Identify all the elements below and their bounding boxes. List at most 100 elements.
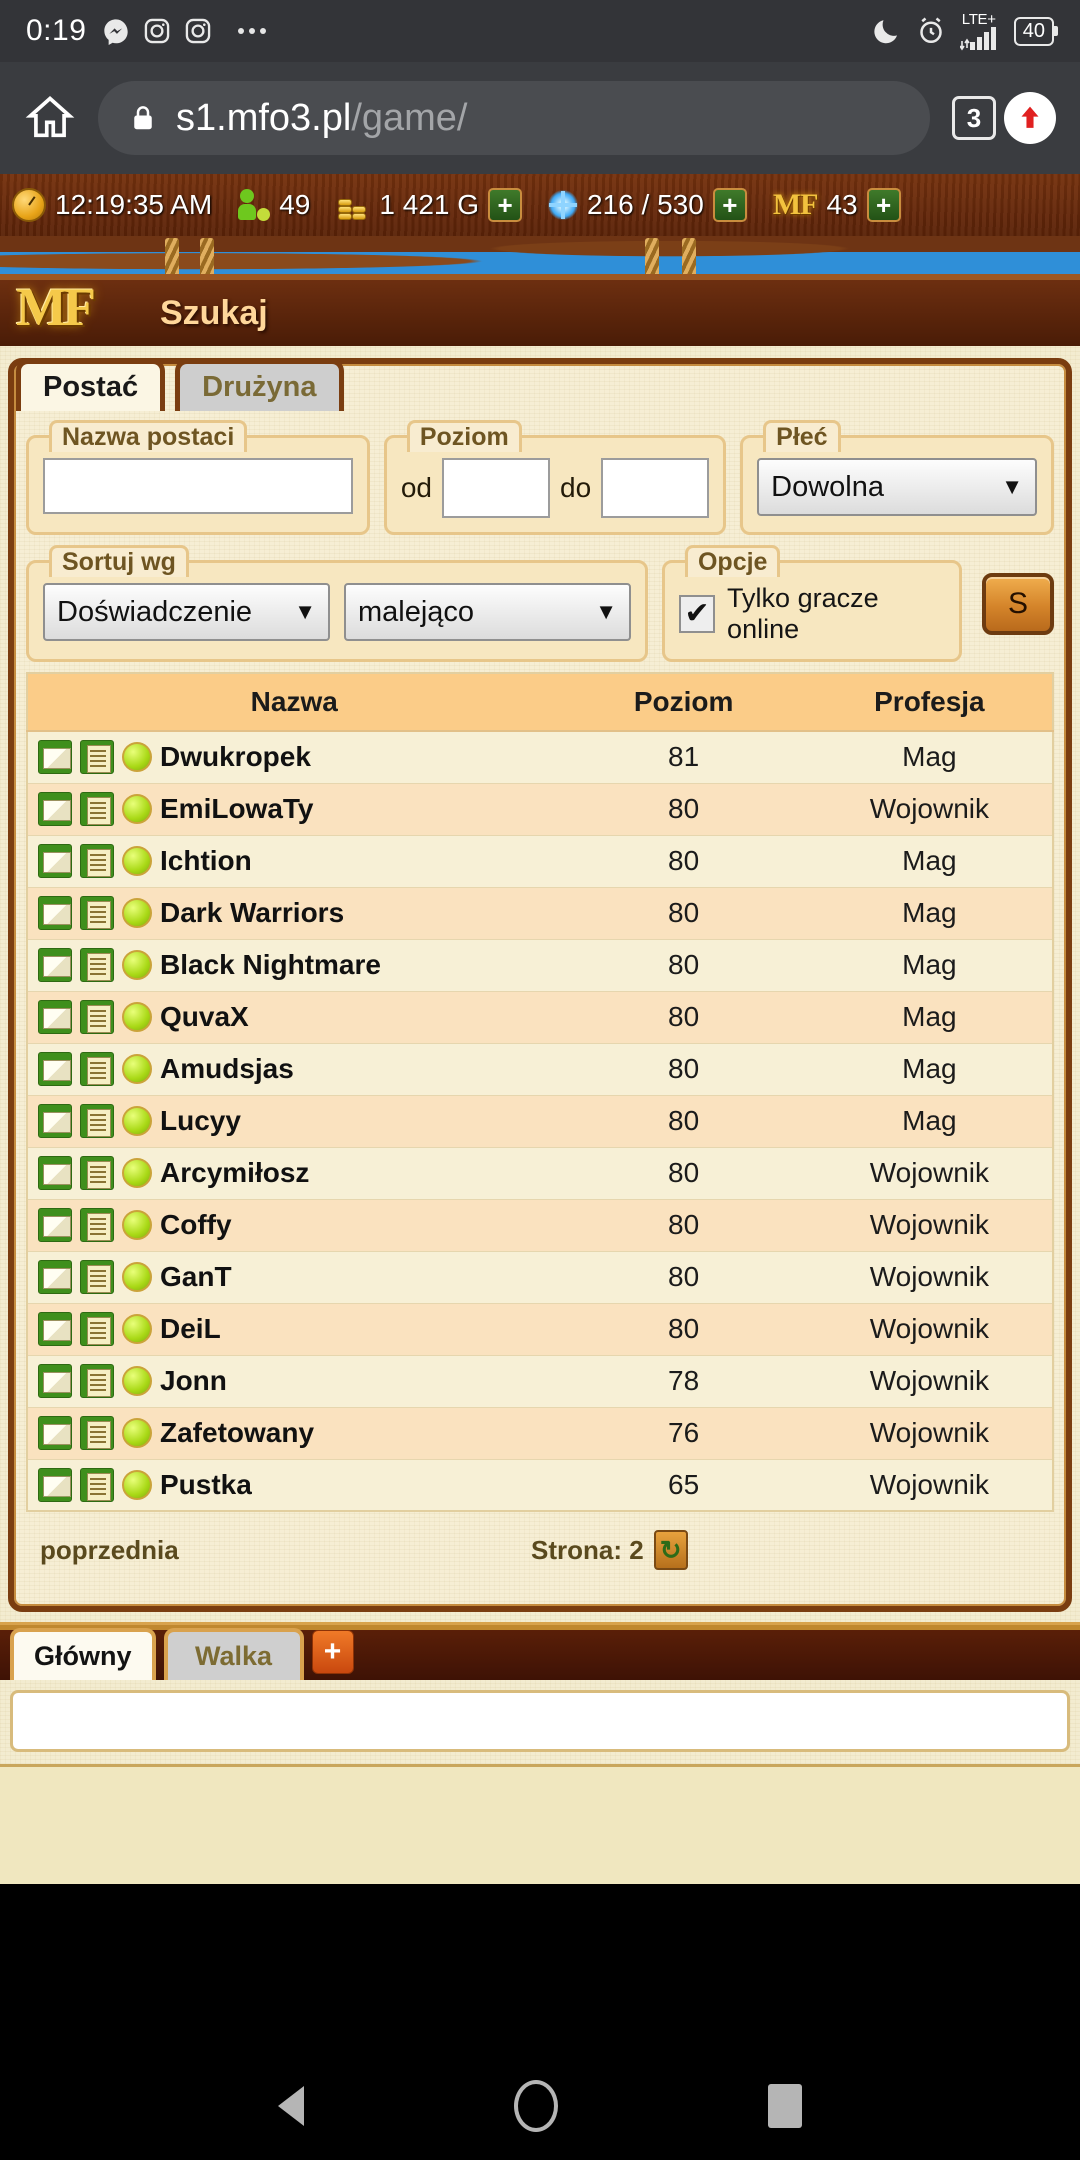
chat-message-input[interactable] bbox=[10, 1690, 1070, 1752]
table-row[interactable]: Ichtion 80 Mag bbox=[27, 835, 1053, 887]
buy-gold-button[interactable]: + bbox=[488, 188, 523, 222]
upload-arrow-icon[interactable] bbox=[1004, 92, 1056, 144]
player-name[interactable]: Jonn bbox=[160, 1365, 227, 1397]
send-message-icon[interactable] bbox=[38, 1312, 72, 1346]
sort-direction-select[interactable]: malejąco ▼ bbox=[344, 583, 631, 641]
profile-details-icon[interactable] bbox=[80, 1467, 114, 1502]
chat-tab-walka[interactable]: Walka bbox=[163, 1628, 304, 1680]
online-only-checkbox[interactable]: ✔ bbox=[678, 595, 716, 633]
character-name-input[interactable] bbox=[43, 458, 353, 514]
send-message-icon[interactable] bbox=[38, 1364, 72, 1398]
profile-details-icon[interactable] bbox=[80, 844, 114, 878]
player-name[interactable]: Amudsjas bbox=[160, 1053, 294, 1085]
chat-tab-glowny[interactable]: Główny bbox=[10, 1628, 156, 1680]
send-message-icon[interactable] bbox=[38, 1052, 72, 1086]
table-row[interactable]: Zafetowany 76 Wojownik bbox=[27, 1407, 1053, 1459]
send-message-icon[interactable] bbox=[38, 896, 72, 930]
table-row[interactable]: Amudsjas 80 Mag bbox=[27, 1043, 1053, 1095]
table-row[interactable]: Dwukropek 81 Mag bbox=[27, 731, 1053, 783]
send-message-icon[interactable] bbox=[38, 740, 72, 775]
profile-details-icon[interactable] bbox=[80, 1260, 114, 1294]
player-name[interactable]: Dark Warriors bbox=[160, 897, 344, 929]
player-name[interactable]: Lucyy bbox=[160, 1105, 241, 1137]
send-message-icon[interactable] bbox=[38, 1156, 72, 1190]
column-nazwa[interactable]: Nazwa bbox=[27, 673, 561, 732]
cell-profession: Wojownik bbox=[869, 793, 990, 824]
table-row[interactable]: DeiL 80 Wojownik bbox=[27, 1303, 1053, 1355]
recents-button-icon[interactable] bbox=[768, 2084, 802, 2128]
table-row[interactable]: Dark Warriors 80 Mag bbox=[27, 887, 1053, 939]
table-row[interactable]: Jonn 78 Wojownik bbox=[27, 1355, 1053, 1407]
back-button-icon[interactable] bbox=[278, 2086, 304, 2126]
send-message-icon[interactable] bbox=[38, 792, 72, 826]
profile-details-icon[interactable] bbox=[80, 896, 114, 930]
player-name[interactable]: EmiLowaTy bbox=[160, 793, 314, 825]
name-cell-inner: Jonn bbox=[38, 1364, 561, 1398]
profile-details-icon[interactable] bbox=[80, 1312, 114, 1346]
home-button-icon[interactable] bbox=[514, 2080, 558, 2132]
player-name[interactable]: Black Nightmare bbox=[160, 949, 381, 981]
tab-postac[interactable]: Postać bbox=[16, 359, 166, 411]
player-name[interactable]: Pustka bbox=[160, 1469, 252, 1501]
table-row[interactable]: Arcymiłosz 80 Wojownik bbox=[27, 1147, 1053, 1199]
send-message-icon[interactable] bbox=[38, 1467, 72, 1502]
table-row[interactable]: Black Nightmare 80 Mag bbox=[27, 939, 1053, 991]
profile-details-icon[interactable] bbox=[80, 1416, 114, 1450]
sort-by-select[interactable]: Doświadczenie ▼ bbox=[43, 583, 330, 641]
table-row[interactable]: Coffy 80 Wojownik bbox=[27, 1199, 1053, 1251]
cell-profession: Wojownik bbox=[869, 1209, 990, 1240]
tab-druzyna[interactable]: Drużyna bbox=[175, 359, 344, 411]
send-message-icon[interactable] bbox=[38, 1104, 72, 1138]
buy-mf-button[interactable]: + bbox=[866, 188, 901, 222]
cell-level: 65 bbox=[668, 1468, 700, 1500]
home-icon[interactable] bbox=[24, 92, 76, 144]
level-from-input[interactable] bbox=[442, 458, 550, 518]
url-bar[interactable]: s1.mfo3.pl/game/ bbox=[98, 81, 930, 155]
player-name[interactable]: Arcymiłosz bbox=[160, 1157, 309, 1189]
profile-details-icon[interactable] bbox=[80, 1208, 114, 1242]
profile-details-icon[interactable] bbox=[80, 1156, 114, 1190]
player-name[interactable]: Coffy bbox=[160, 1209, 232, 1241]
table-row[interactable]: Lucyy 80 Mag bbox=[27, 1095, 1053, 1147]
name-cell-inner: Ichtion bbox=[38, 844, 561, 878]
player-name[interactable]: Dwukropek bbox=[160, 741, 311, 773]
send-message-icon[interactable] bbox=[38, 1416, 72, 1450]
table-row[interactable]: GanT 80 Wojownik bbox=[27, 1251, 1053, 1303]
online-only-row[interactable]: ✔ Tylko gracze online bbox=[678, 583, 945, 645]
player-name[interactable]: Zafetowany bbox=[160, 1417, 314, 1449]
send-message-icon[interactable] bbox=[38, 1208, 72, 1242]
name-cell-inner: Black Nightmare bbox=[38, 948, 561, 982]
tab-count-button[interactable]: 3 bbox=[952, 96, 996, 140]
cell-level: 80 bbox=[668, 897, 700, 928]
refresh-icon[interactable]: ↻ bbox=[653, 1530, 688, 1570]
send-message-icon[interactable] bbox=[38, 1000, 72, 1034]
buy-energy-button[interactable]: + bbox=[712, 188, 747, 222]
profile-details-icon[interactable] bbox=[80, 1364, 114, 1398]
table-row[interactable]: Pustka 65 Wojownik bbox=[27, 1459, 1053, 1511]
send-message-icon[interactable] bbox=[38, 844, 72, 878]
online-status-icon bbox=[122, 1210, 152, 1240]
add-chat-tab-button[interactable]: + bbox=[311, 1630, 354, 1674]
level-to-input[interactable] bbox=[601, 458, 710, 518]
profile-details-icon[interactable] bbox=[80, 948, 114, 982]
column-profesja[interactable]: Profesja bbox=[806, 673, 1053, 732]
previous-page-link[interactable]: poprzednia bbox=[40, 1535, 179, 1566]
column-poziom[interactable]: Poziom bbox=[560, 673, 807, 732]
player-name[interactable]: DeiL bbox=[160, 1313, 221, 1345]
table-row[interactable]: QuvaX 80 Mag bbox=[27, 991, 1053, 1043]
player-name[interactable]: GanT bbox=[160, 1261, 232, 1293]
profile-details-icon[interactable] bbox=[80, 792, 114, 826]
profile-details-icon[interactable] bbox=[80, 1104, 114, 1138]
send-message-icon[interactable] bbox=[38, 1260, 72, 1294]
sex-select[interactable]: Dowolna ▼ bbox=[757, 458, 1037, 516]
profile-details-icon[interactable] bbox=[80, 740, 114, 775]
name-cell-inner: Zafetowany bbox=[38, 1416, 561, 1450]
profile-details-icon[interactable] bbox=[80, 1052, 114, 1086]
player-name[interactable]: Ichtion bbox=[160, 845, 252, 877]
search-submit-button[interactable]: S bbox=[981, 572, 1054, 635]
table-row[interactable]: EmiLowaTy 80 Wojownik bbox=[27, 783, 1053, 835]
profile-details-icon[interactable] bbox=[80, 1000, 114, 1034]
name-cell-inner: Coffy bbox=[38, 1208, 561, 1242]
player-name[interactable]: QuvaX bbox=[160, 1001, 249, 1033]
send-message-icon[interactable] bbox=[38, 948, 72, 982]
